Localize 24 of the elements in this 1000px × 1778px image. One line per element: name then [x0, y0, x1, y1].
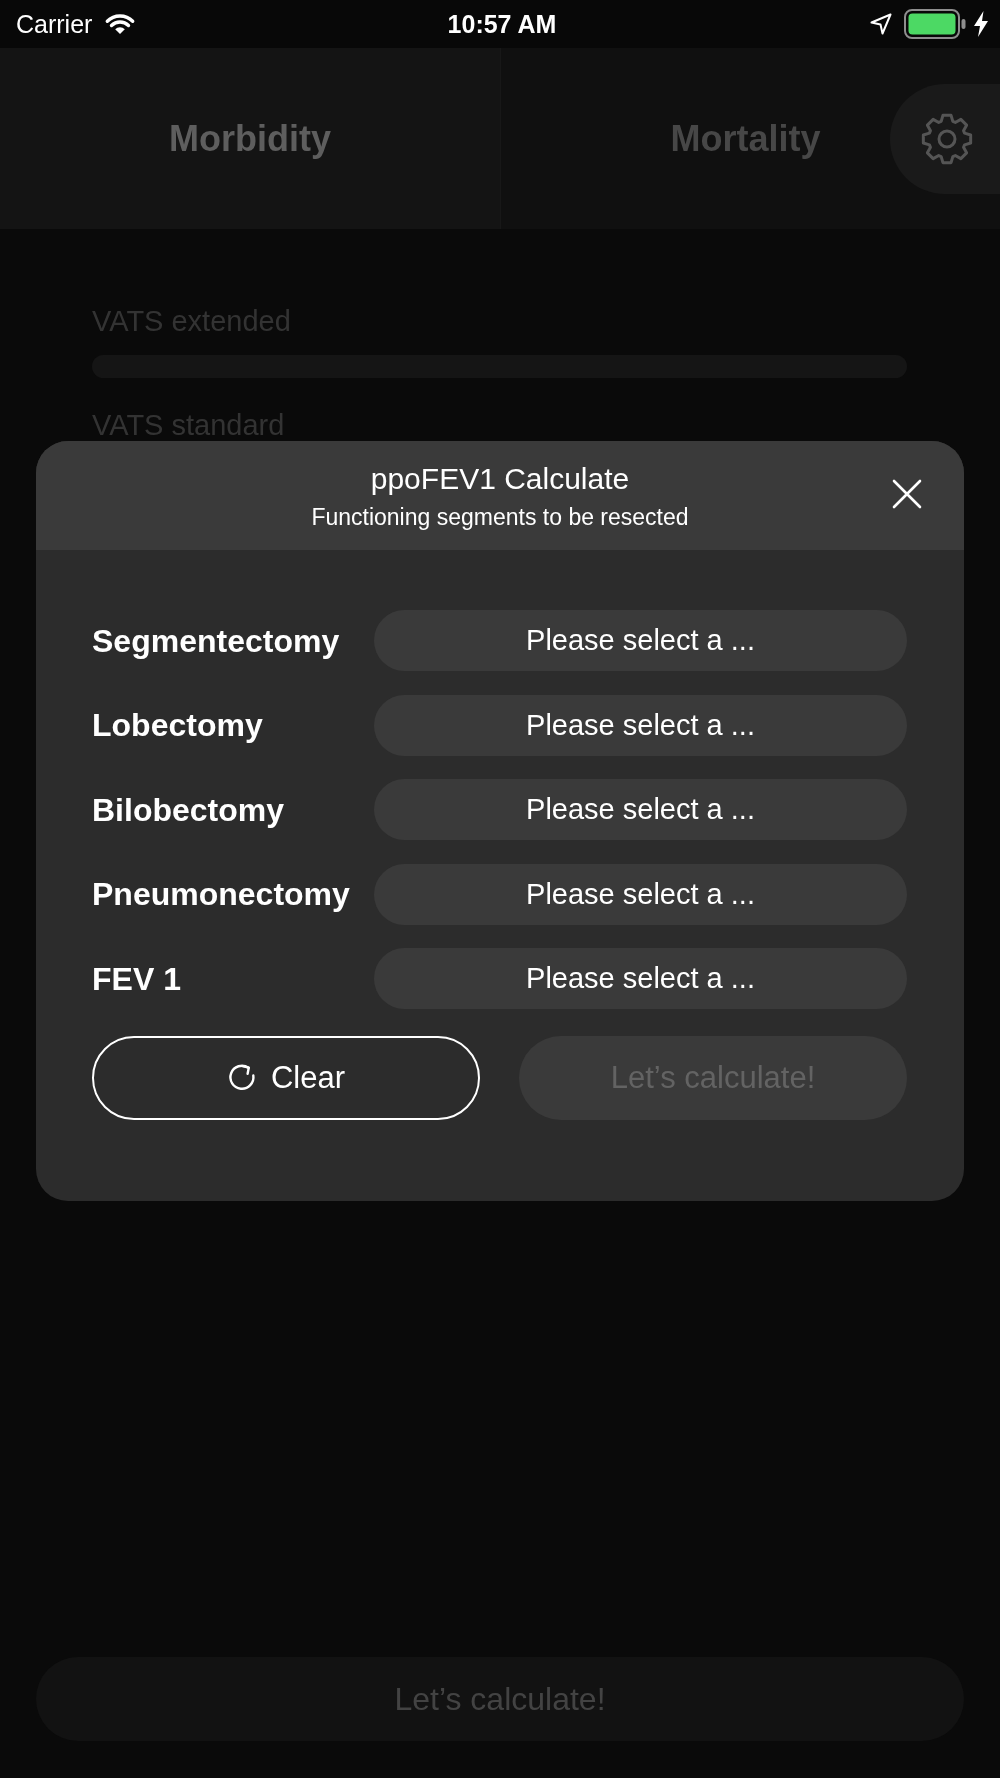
wifi-icon [104, 13, 137, 35]
tab[interactable]: Morbidity [0, 48, 500, 229]
field-label: Bilobectomy [92, 790, 285, 829]
select-field[interactable]: Please select a ... [374, 779, 907, 840]
dialog-title: ppoFEV1 Calculate [370, 460, 630, 497]
settings-button[interactable] [890, 83, 1000, 194]
clock-time: 10:57 AM [447, 9, 557, 39]
select-field[interactable]: Please select a ... [374, 610, 907, 671]
close-icon [892, 479, 922, 509]
select-field[interactable]: Please select a ... [374, 694, 907, 756]
clear-button[interactable]: Clear [92, 1036, 480, 1120]
battery-icon [904, 9, 966, 39]
location-arrow-icon [870, 13, 892, 35]
field-label: Lobectomy [92, 706, 263, 744]
field-label: Segmentectomy [92, 621, 340, 660]
field-label: Pneumonectomy [92, 875, 350, 913]
charging-bolt-icon [974, 11, 988, 37]
carrier-label: Carrier [16, 9, 93, 39]
select-field[interactable]: Please select a ... [374, 863, 907, 925]
refresh-icon [226, 1063, 257, 1093]
dialog-subtitle: Functioning segments to be resected [311, 502, 689, 531]
field-label: FEV 1 [92, 959, 181, 998]
close-button[interactable] [892, 479, 922, 509]
select-field[interactable]: Please select a ... [374, 948, 907, 1009]
